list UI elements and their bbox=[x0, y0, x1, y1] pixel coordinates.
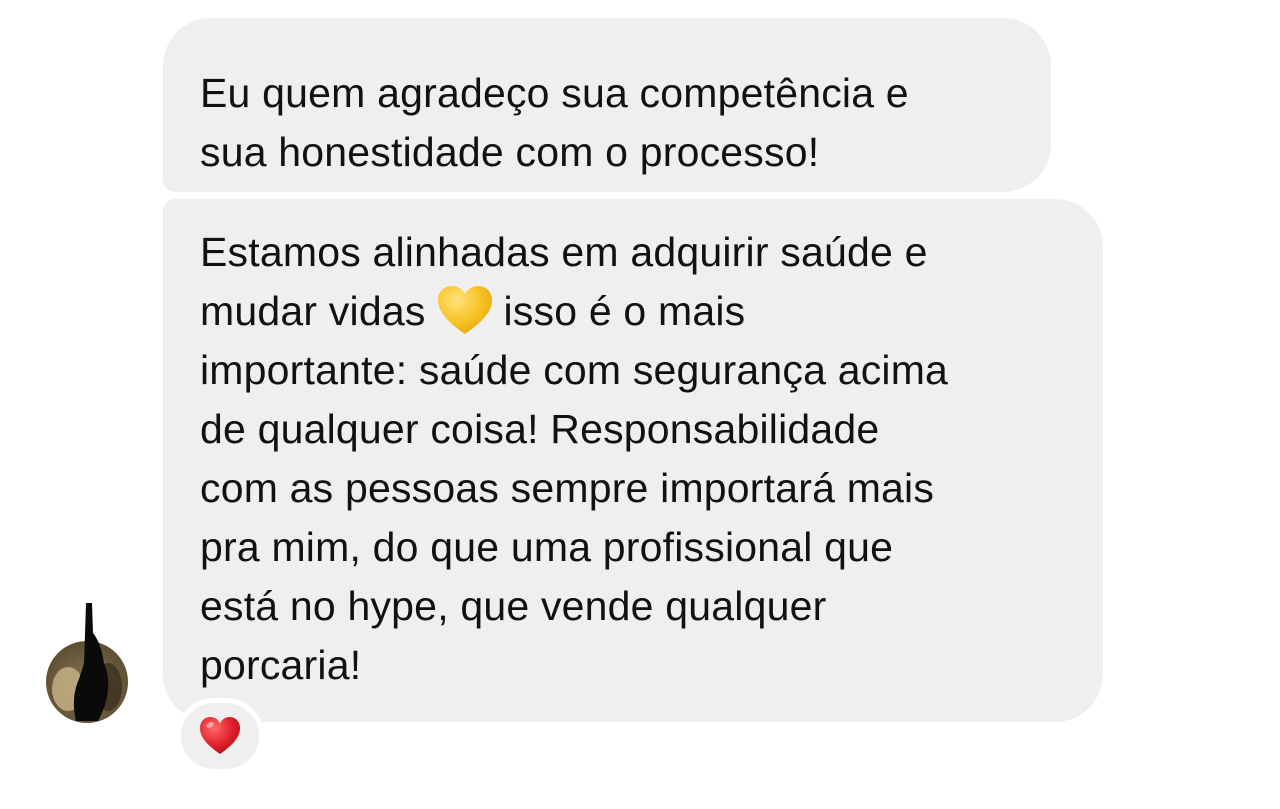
avatar-obscured-icon bbox=[46, 603, 128, 723]
reaction-chip[interactable] bbox=[176, 698, 264, 774]
message-text-line: com as pessoas sempre importará mais bbox=[200, 465, 935, 511]
message-text-line: Eu quem agradeço sua competência e bbox=[200, 70, 909, 116]
yellow-heart-icon bbox=[437, 286, 492, 335]
message-bubble-2[interactable]: Estamos alinhadas em adquirir saúde e mu… bbox=[163, 199, 1103, 722]
message-bubble-1[interactable]: Eu quem agradeço sua competência e sua h… bbox=[163, 18, 1051, 192]
message-text-line: está no hype, que vende qualquer bbox=[200, 583, 827, 629]
message-text-segment: isso é o mais bbox=[503, 288, 746, 334]
sender-avatar[interactable] bbox=[46, 603, 128, 723]
message-text-line: Estamos alinhadas em adquirir saúde e bbox=[200, 229, 928, 275]
message-text-line: de qualquer coisa! Responsabilidade bbox=[200, 406, 880, 452]
message-text-line: sua honestidade com o processo! bbox=[200, 129, 820, 175]
message-text-line: importante: saúde com segurança acima bbox=[200, 347, 949, 393]
message-text-line-with-emoji: mudar vidas isso é o mais bbox=[200, 282, 1073, 341]
message-text-segment: mudar vidas bbox=[200, 288, 426, 334]
message-text-line: pra mim, do que uma profissional que bbox=[200, 524, 894, 570]
red-heart-icon bbox=[200, 717, 240, 754]
message-text-line: porcaria! bbox=[200, 642, 362, 688]
